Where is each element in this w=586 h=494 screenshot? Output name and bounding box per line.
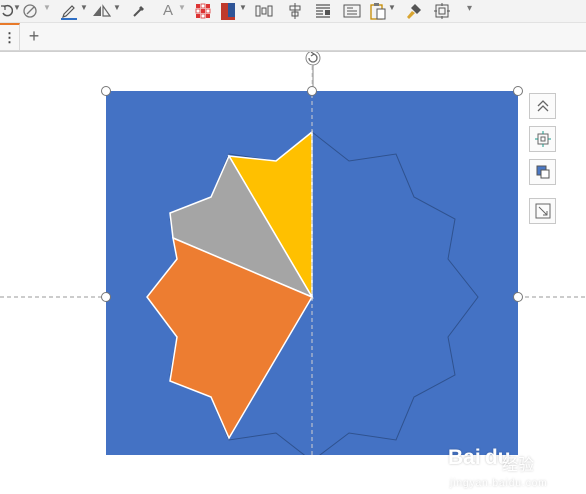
resize-handle[interactable] bbox=[513, 292, 523, 302]
tab-menu-button[interactable]: ⋮ bbox=[0, 23, 20, 50]
select-icon[interactable] bbox=[432, 1, 452, 20]
paste-icon[interactable] bbox=[368, 1, 388, 20]
text-box-icon[interactable] bbox=[342, 1, 362, 20]
caret-icon[interactable]: ▼ bbox=[13, 3, 21, 12]
caret-icon[interactable]: ▼ bbox=[80, 3, 88, 12]
resize-handle[interactable] bbox=[101, 86, 111, 96]
caret-icon[interactable]: ▼ bbox=[388, 3, 396, 12]
watermark-url: jingyan.baidu.com bbox=[450, 478, 548, 489]
resize-handle[interactable] bbox=[513, 86, 523, 96]
slide-canvas: Bai du 经验 jingyan.baidu.com bbox=[0, 51, 586, 489]
format-painter-icon[interactable] bbox=[404, 1, 424, 20]
text-wrap-icon[interactable] bbox=[313, 1, 333, 20]
shape-outline-icon[interactable] bbox=[90, 1, 112, 20]
crop-icon bbox=[534, 131, 551, 147]
align-icon[interactable] bbox=[285, 1, 305, 20]
text-style-icon[interactable]: A bbox=[158, 1, 178, 20]
slide-svg bbox=[0, 52, 586, 455]
drawing-toolbar: ▼ ▼ ▼ ▼ A ▼ ▼ ▼ ▾ bbox=[0, 0, 586, 23]
tab-bar: ⋮ + bbox=[0, 23, 586, 51]
watermark: Bai du 经验 jingyan.baidu.com bbox=[448, 446, 584, 494]
resize-button[interactable] bbox=[529, 198, 556, 224]
bring-forward-button[interactable] bbox=[529, 93, 556, 119]
pen-color-icon[interactable] bbox=[59, 1, 79, 20]
caret-icon[interactable]: ▼ bbox=[113, 3, 121, 12]
chevron-up-icon bbox=[537, 100, 548, 112]
eyedropper-icon[interactable] bbox=[129, 1, 149, 20]
distribute-icon[interactable] bbox=[254, 1, 274, 20]
more-dropdown-icon[interactable]: ▾ bbox=[467, 3, 472, 14]
shape-fill-icon[interactable] bbox=[22, 1, 42, 20]
add-tab-button[interactable]: + bbox=[22, 25, 46, 47]
fill-color-icon[interactable] bbox=[218, 1, 238, 20]
rotate-dropdown-icon[interactable] bbox=[0, 1, 14, 20]
color-grid-icon[interactable] bbox=[193, 1, 213, 20]
caret-icon[interactable]: ▼ bbox=[178, 3, 186, 12]
resize-handle[interactable] bbox=[101, 292, 111, 302]
watermark-subtitle: 经验 bbox=[502, 457, 535, 474]
resize-diagonal-icon bbox=[535, 203, 550, 219]
caret-icon[interactable]: ▼ bbox=[239, 3, 247, 12]
caret-icon[interactable]: ▼ bbox=[43, 3, 51, 12]
rotate-handle-icon[interactable] bbox=[305, 52, 321, 66]
layer-button[interactable] bbox=[529, 159, 556, 185]
resize-handle[interactable] bbox=[307, 86, 317, 96]
layers-icon bbox=[536, 165, 549, 179]
crop-button[interactable] bbox=[529, 126, 556, 152]
